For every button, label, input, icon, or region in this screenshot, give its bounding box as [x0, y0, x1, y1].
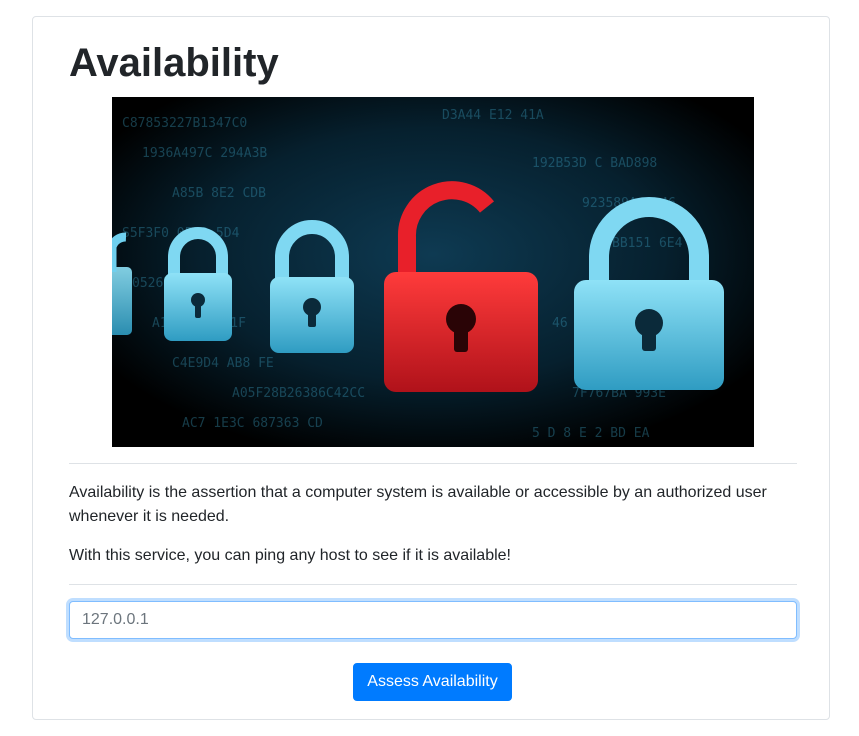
availability-description: Availability is the assertion that a com… — [69, 484, 767, 525]
svg-text:A05F28B26386C42CC: A05F28B26386C42CC — [232, 386, 365, 401]
svg-text:5 D 8 E 2 BD EA: 5 D 8 E 2 BD EA — [532, 426, 650, 441]
padlocks-illustration: C87853227B1347C0 D3A44 E12 41A 1936A497C… — [112, 97, 754, 447]
divider-bottom — [69, 584, 797, 585]
svg-text:BB151 6E4: BB151 6E4 — [612, 236, 683, 251]
svg-text:1936A497C 294A3B: 1936A497C 294A3B — [142, 146, 267, 161]
svg-text:AC7 1E3C 687363 CD: AC7 1E3C 687363 CD — [182, 416, 323, 431]
svg-text:C87853227B1347C0: C87853227B1347C0 — [122, 116, 247, 131]
service-description: With this service, you can ping any host… — [69, 547, 511, 564]
svg-text:D3A44 E12 41A: D3A44 E12 41A — [442, 108, 544, 123]
host-input[interactable] — [69, 601, 797, 639]
svg-text:A85B 8E2 CDB: A85B 8E2 CDB — [172, 186, 266, 201]
page-title: Availability — [69, 41, 279, 85]
assess-availability-button[interactable]: Assess Availability — [353, 663, 512, 701]
svg-text:C4E9D4 AB8 FE: C4E9D4 AB8 FE — [172, 356, 274, 371]
availability-card: Availability C87853227B1347C0 D3A44 E12 … — [32, 16, 830, 720]
hero-image-padlocks: C87853227B1347C0 D3A44 E12 41A 1936A497C… — [112, 97, 754, 447]
divider-top — [69, 463, 797, 464]
svg-text:192B53D C BAD898: 192B53D C BAD898 — [532, 156, 657, 171]
